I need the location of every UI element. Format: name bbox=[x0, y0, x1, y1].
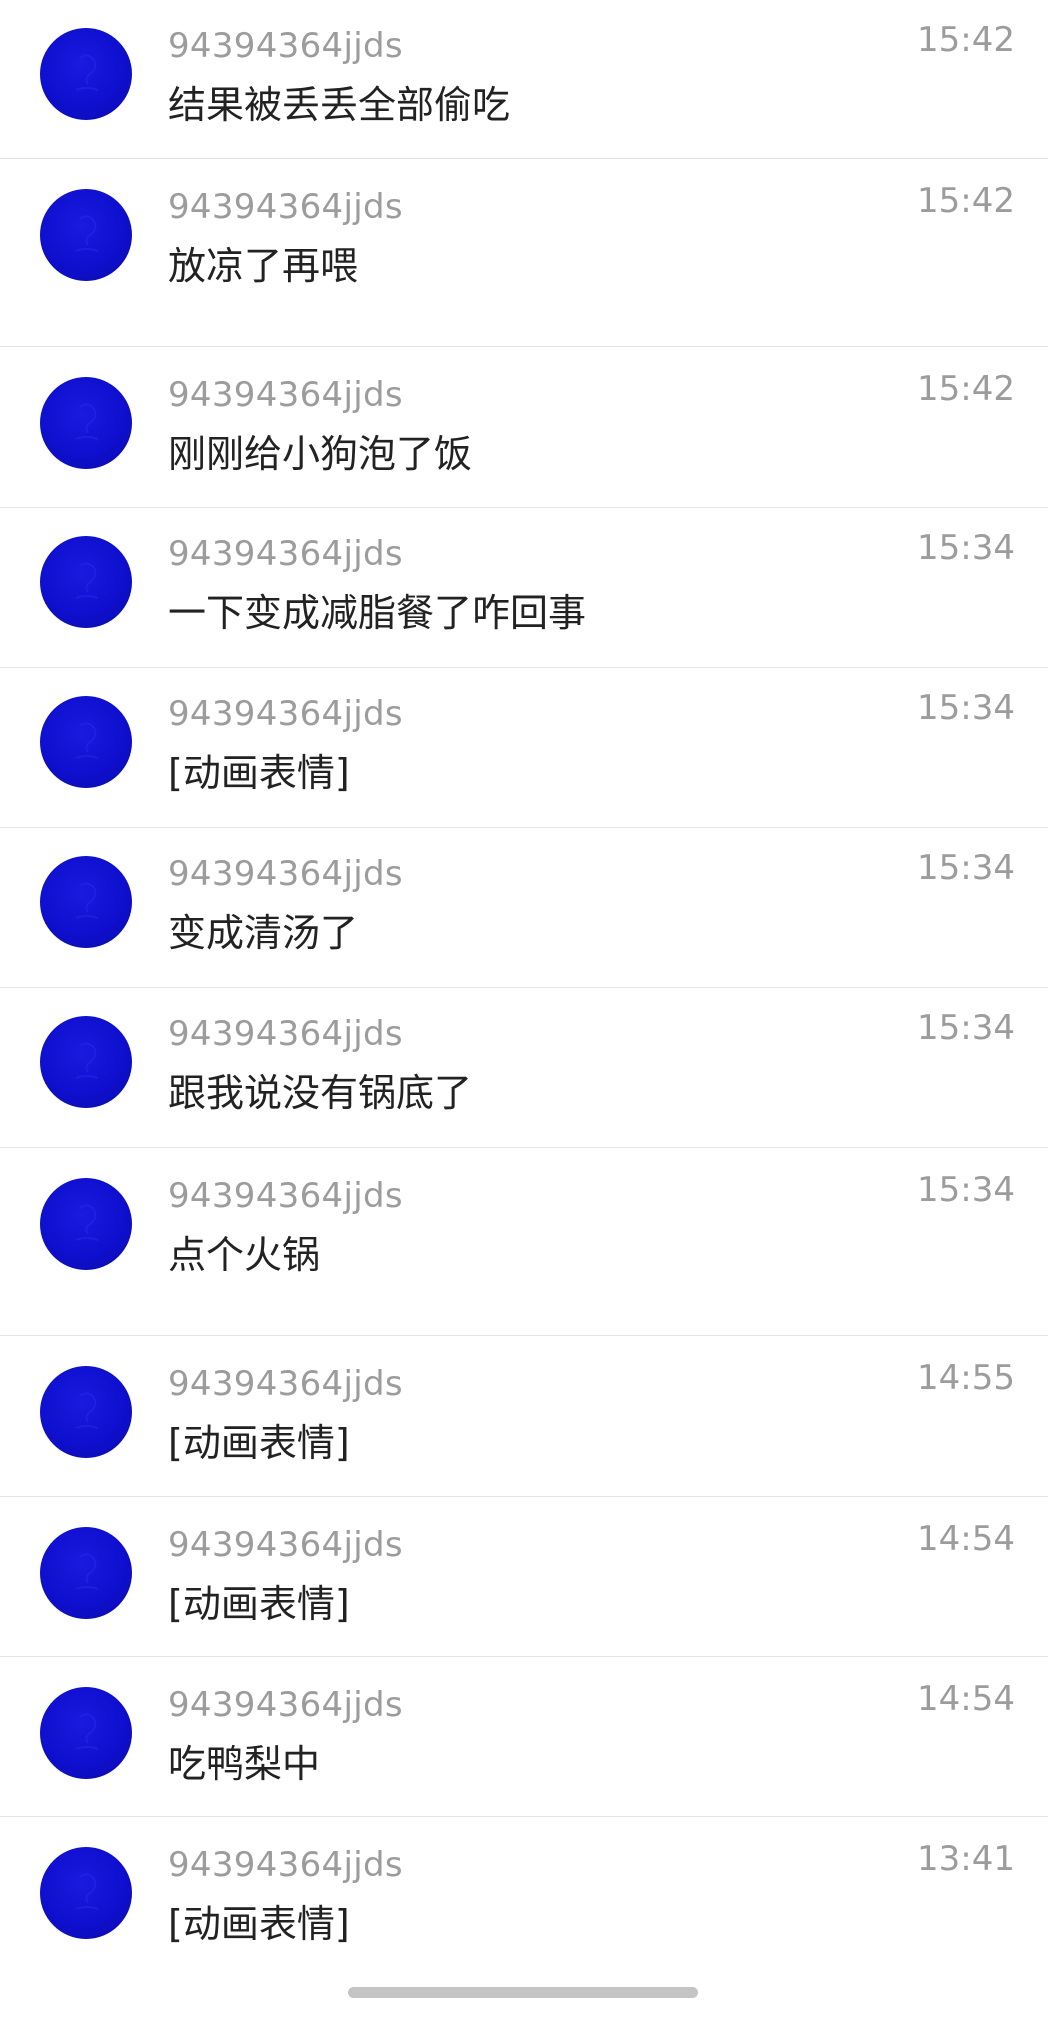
message-time: 14:54 bbox=[917, 1519, 1015, 1559]
sender-name: 94394364jjds bbox=[168, 1845, 403, 1885]
avatar[interactable] bbox=[40, 696, 132, 788]
message-text: 变成清汤了 bbox=[168, 911, 359, 955]
message-text: [动画表情] bbox=[168, 1421, 350, 1465]
avatar[interactable] bbox=[40, 28, 132, 120]
message-text: 点个火锅 bbox=[168, 1233, 321, 1277]
avatar-icon bbox=[75, 1204, 99, 1241]
message-row[interactable]: 94394364jjds 变成清汤了 15:34 bbox=[0, 828, 1048, 988]
message-text: [动画表情] bbox=[168, 1582, 350, 1626]
message-row[interactable]: 94394364jjds 一下变成减脂餐了咋回事 15:34 bbox=[0, 508, 1048, 668]
avatar-icon bbox=[75, 882, 99, 919]
message-row[interactable]: 94394364jjds [动画表情] 14:54 bbox=[0, 1497, 1048, 1657]
message-text: 吃鸭梨中 bbox=[168, 1742, 321, 1786]
avatar-icon bbox=[75, 54, 99, 91]
message-row[interactable]: 94394364jjds 刚刚给小狗泡了饭 15:42 bbox=[0, 347, 1048, 508]
message-time: 13:41 bbox=[917, 1839, 1015, 1879]
message-time: 15:34 bbox=[917, 528, 1015, 568]
avatar[interactable] bbox=[40, 1178, 132, 1270]
message-row[interactable]: 94394364jjds 结果被丢丢全部偷吃 15:42 bbox=[0, 0, 1048, 159]
message-time: 15:42 bbox=[917, 369, 1015, 409]
avatar-icon bbox=[75, 562, 99, 599]
message-row[interactable]: 94394364jjds 吃鸭梨中 14:54 bbox=[0, 1657, 1048, 1817]
message-row[interactable]: 94394364jjds 点个火锅 15:34 bbox=[0, 1148, 1048, 1336]
sender-name: 94394364jjds bbox=[168, 534, 403, 574]
avatar-icon bbox=[75, 1392, 99, 1429]
avatar-icon bbox=[75, 403, 99, 440]
message-time: 15:34 bbox=[917, 848, 1015, 888]
avatar-icon bbox=[75, 1042, 99, 1079]
sender-name: 94394364jjds bbox=[168, 694, 403, 734]
avatar[interactable] bbox=[40, 1847, 132, 1939]
message-time: 15:34 bbox=[917, 1170, 1015, 1210]
message-text: 一下变成减脂餐了咋回事 bbox=[168, 591, 587, 635]
sender-name: 94394364jjds bbox=[168, 375, 403, 415]
sender-name: 94394364jjds bbox=[168, 854, 403, 894]
home-indicator[interactable] bbox=[348, 1987, 698, 1998]
sender-name: 94394364jjds bbox=[168, 1176, 403, 1216]
avatar[interactable] bbox=[40, 536, 132, 628]
avatar-icon bbox=[75, 1553, 99, 1590]
avatar-icon bbox=[75, 722, 99, 759]
avatar[interactable] bbox=[40, 1687, 132, 1779]
message-list: 94394364jjds 结果被丢丢全部偷吃 15:42 94394364jjd… bbox=[0, 0, 1048, 1997]
message-row[interactable]: 94394364jjds 放凉了再喂 15:42 bbox=[0, 159, 1048, 347]
avatar[interactable] bbox=[40, 1527, 132, 1619]
sender-name: 94394364jjds bbox=[168, 1364, 403, 1404]
avatar-icon bbox=[75, 1873, 99, 1910]
sender-name: 94394364jjds bbox=[168, 1525, 403, 1565]
message-text: [动画表情] bbox=[168, 751, 350, 795]
sender-name: 94394364jjds bbox=[168, 1685, 403, 1725]
avatar[interactable] bbox=[40, 1016, 132, 1108]
message-text: 刚刚给小狗泡了饭 bbox=[168, 432, 473, 476]
message-time: 15:42 bbox=[917, 181, 1015, 221]
message-text: 放凉了再喂 bbox=[168, 244, 359, 288]
message-row[interactable]: 94394364jjds [动画表情] 15:34 bbox=[0, 668, 1048, 828]
message-text: 结果被丢丢全部偷吃 bbox=[168, 83, 511, 127]
message-row[interactable]: 94394364jjds [动画表情] 14:55 bbox=[0, 1336, 1048, 1497]
message-time: 15:34 bbox=[917, 688, 1015, 728]
avatar[interactable] bbox=[40, 189, 132, 281]
message-text: [动画表情] bbox=[168, 1902, 350, 1946]
avatar-icon bbox=[75, 1713, 99, 1750]
message-time: 15:34 bbox=[917, 1008, 1015, 1048]
avatar[interactable] bbox=[40, 1366, 132, 1458]
avatar[interactable] bbox=[40, 377, 132, 469]
message-row[interactable]: 94394364jjds [动画表情] 13:41 bbox=[0, 1817, 1048, 1997]
message-time: 14:55 bbox=[917, 1358, 1015, 1398]
message-row[interactable]: 94394364jjds 跟我说没有锅底了 15:34 bbox=[0, 988, 1048, 1148]
avatar-icon bbox=[75, 215, 99, 252]
message-time: 15:42 bbox=[917, 20, 1015, 60]
message-text: 跟我说没有锅底了 bbox=[168, 1071, 473, 1115]
sender-name: 94394364jjds bbox=[168, 1014, 403, 1054]
avatar[interactable] bbox=[40, 856, 132, 948]
sender-name: 94394364jjds bbox=[168, 26, 403, 66]
message-time: 14:54 bbox=[917, 1679, 1015, 1719]
sender-name: 94394364jjds bbox=[168, 187, 403, 227]
